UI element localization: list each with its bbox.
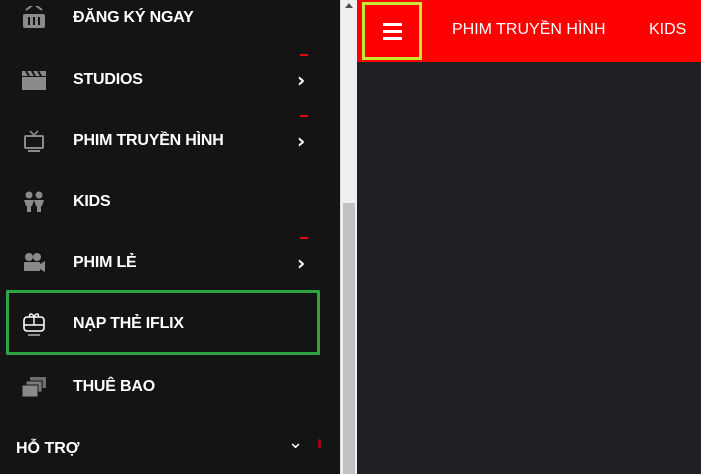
chevron-down-icon[interactable]: ⌄ (288, 432, 303, 453)
sidebar-item-label: ĐĂNG KÝ NGAY (73, 8, 194, 26)
new-indicator (300, 237, 308, 239)
sidebar: ĐĂNG KÝ NGAY STUDIOS › PHIM TRUYỀN HÌNH … (0, 0, 340, 474)
sidebar-support-section[interactable]: HỖ TRỢ ⌄ (0, 418, 340, 474)
movie-camera-icon (20, 251, 48, 275)
sidebar-item-dang-ky-ngay[interactable]: ĐĂNG KÝ NGAY (0, 0, 340, 48)
sidebar-item-label: THUÊ BAO (73, 377, 155, 395)
sidebar-item-studios[interactable]: STUDIOS › (0, 49, 340, 110)
sidebar-item-phim-truyen-hinh[interactable]: PHIM TRUYỀN HÌNH › (0, 110, 340, 171)
top-nav-bar: PHIM TRUYỀN HÌNH KIDS (357, 0, 701, 62)
hamburger-icon (382, 29, 402, 33)
kids-icon (20, 190, 48, 214)
tv-icon (20, 129, 48, 153)
subscription-stack-icon (20, 375, 48, 399)
sidebar-item-label: KIDS (73, 192, 111, 210)
basket-icon (20, 5, 48, 30)
hamburger-icon (382, 36, 402, 40)
sidebar-item-label: STUDIOS (73, 70, 143, 88)
chevron-right-icon[interactable]: › (297, 129, 305, 153)
clapperboard-icon (20, 68, 48, 92)
scroll-up-arrow-icon[interactable] (345, 3, 353, 8)
sidebar-item-label: PHIM LẺ (73, 253, 137, 271)
sidebar-item-phim-le[interactable]: PHIM LẺ › (0, 232, 340, 293)
chevron-right-icon[interactable]: › (297, 68, 305, 92)
sidebar-scrollbar[interactable] (340, 0, 357, 474)
highlight-box (6, 290, 320, 355)
sidebar-item-kids[interactable]: KIDS (0, 171, 340, 232)
sidebar-item-thue-bao[interactable]: THUÊ BAO (0, 356, 340, 417)
chevron-right-icon[interactable]: › (297, 251, 305, 275)
sidebar-item-label: PHIM TRUYỀN HÌNH (73, 131, 224, 149)
hamburger-menu-button[interactable] (362, 2, 422, 60)
new-indicator (300, 115, 308, 117)
scrollbar-thumb[interactable] (343, 203, 355, 474)
nav-link-kids[interactable]: KIDS (649, 21, 686, 39)
nav-link-phim-truyen-hinh[interactable]: PHIM TRUYỀN HÌNH (452, 21, 606, 39)
support-label: HỖ TRỢ (16, 440, 80, 457)
new-indicator (318, 439, 321, 448)
main-content-area (357, 62, 701, 474)
hamburger-icon (382, 22, 402, 26)
new-indicator (300, 54, 308, 56)
